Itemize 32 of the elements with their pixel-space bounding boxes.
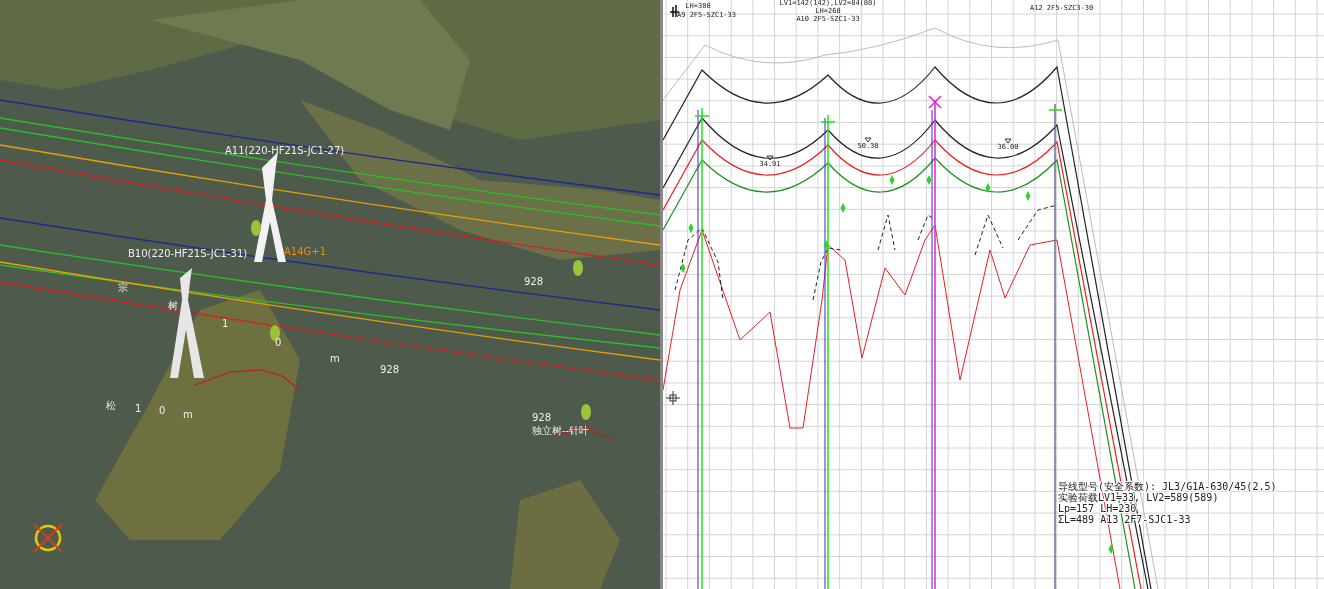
marker-icon — [889, 175, 895, 185]
tower-code-label: A14G+1 — [284, 246, 327, 257]
map-label: 928 — [532, 412, 552, 423]
compass-icon — [33, 523, 63, 553]
map-label: 1 — [222, 318, 229, 329]
marker-icon — [926, 175, 932, 185]
marker-icon — [840, 203, 846, 213]
marker-icon — [1025, 191, 1031, 201]
map-label: 928 — [524, 276, 544, 287]
tower-label: B10(220-HF21S-JC1-31) — [128, 248, 248, 259]
crosshair-icon — [665, 390, 681, 406]
map-label: 宗 — [118, 282, 128, 293]
map-label: 0 — [159, 405, 166, 416]
marker-icon — [823, 240, 829, 250]
marker-icon — [1108, 544, 1114, 554]
map-label: m — [183, 409, 193, 420]
marker-icon — [680, 263, 686, 273]
map-label: 0 — [275, 337, 282, 348]
tree-icon — [581, 404, 591, 420]
sag-marker-icon — [766, 155, 774, 161]
tree-icon — [251, 220, 261, 236]
tree-icon — [573, 260, 583, 276]
map-label: 1 — [135, 403, 142, 414]
map-label: 树 — [168, 300, 178, 311]
map-label: 松 — [106, 400, 116, 411]
marker-icon — [985, 183, 991, 193]
sag-marker-icon — [1004, 138, 1012, 144]
map-label: 928 — [380, 364, 400, 375]
tower-label: A11(220-HF21S-JC1-27) — [225, 145, 345, 156]
map-label: m — [330, 353, 340, 364]
sag-marker-icon — [864, 137, 872, 143]
marker-icon — [688, 223, 694, 233]
